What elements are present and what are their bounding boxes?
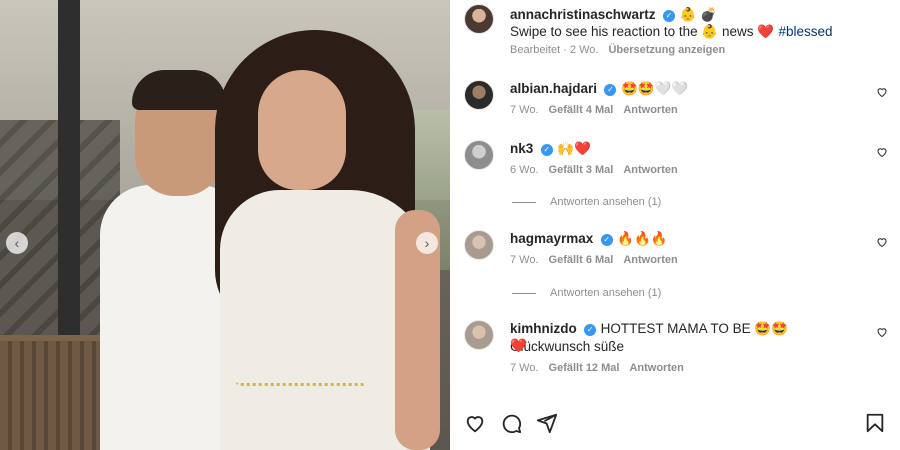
save-bookmark-icon[interactable] xyxy=(864,412,886,438)
caption-meta: Bearbeitet · 2 Wo. Übersetzung anzeigen xyxy=(510,44,725,56)
comment-reply-button[interactable]: Antworten xyxy=(623,104,677,116)
comment-avatar[interactable] xyxy=(464,80,494,110)
comment-age: 7 Wo. xyxy=(510,362,539,374)
edited-timestamp: Bearbeitet · 2 Wo. xyxy=(510,44,599,56)
photo-man-hair xyxy=(132,70,226,110)
comment-likes[interactable]: Gefällt 3 Mal xyxy=(549,164,614,176)
verified-badge-icon: ✓ xyxy=(600,234,613,246)
view-replies-label: Antworten ansehen (1) xyxy=(550,196,662,208)
comment-meta: 7 Wo. Gefällt 4 Mal Antworten xyxy=(510,104,678,116)
comments-panel: annachristinaschwartz ✓ 👶 💣 Swipe to see… xyxy=(450,0,900,450)
comment-like-icon[interactable] xyxy=(876,236,888,251)
comment-text: 🔥🔥🔥 xyxy=(617,231,668,246)
verified-badge-icon: ✓ xyxy=(540,144,553,156)
comment-text-line2: ❤️ xyxy=(510,338,527,353)
caption-baby-emoji: 👶 xyxy=(701,24,719,39)
comment-likes[interactable]: Gefällt 6 Mal xyxy=(549,254,614,266)
comment-row-continued: ❤️ xyxy=(510,337,860,355)
photo-basket xyxy=(0,335,110,450)
replies-divider xyxy=(512,292,536,294)
comment-reply-button[interactable]: Antworten xyxy=(623,254,677,266)
caption-prefix: Swipe to see his reaction to the xyxy=(510,24,702,39)
chevron-right-icon: › xyxy=(424,235,430,251)
comment-icon[interactable] xyxy=(500,412,522,438)
comment-meta: 7 Wo. Gefällt 6 Mal Antworten xyxy=(510,254,678,266)
comment-text: 🤩🤩🤍🤍 xyxy=(620,81,689,96)
caption-header: annachristinaschwartz ✓ 👶 💣 xyxy=(510,6,860,24)
comment-like-icon[interactable] xyxy=(876,86,888,101)
photo-woman-head xyxy=(258,70,346,190)
comment-avatar[interactable] xyxy=(464,230,494,260)
comment-like-icon[interactable] xyxy=(876,146,888,161)
caption-text: Swipe to see his reaction to the 👶 news … xyxy=(510,23,860,41)
translate-link[interactable]: Übersetzung anzeigen xyxy=(608,44,725,56)
carousel-next-button[interactable]: › xyxy=(416,232,438,254)
author-avatar[interactable] xyxy=(464,4,494,34)
comment-likes[interactable]: Gefällt 4 Mal xyxy=(549,104,614,116)
view-replies-button[interactable]: Antworten ansehen (1) xyxy=(512,196,661,208)
comment-age: 6 Wo. xyxy=(510,164,539,176)
caption-heart-emoji: ❤️ xyxy=(757,24,775,39)
comment-username[interactable]: albian.hajdari xyxy=(510,81,597,96)
replies-divider xyxy=(512,201,536,203)
author-username[interactable]: annachristinaschwartz xyxy=(510,7,656,22)
comment-likes[interactable]: Gefällt 12 Mal xyxy=(549,362,620,374)
photo-body-chain xyxy=(236,378,366,386)
comment-username[interactable]: kimhnizdo xyxy=(510,321,577,336)
comment-reply-button[interactable]: Antworten xyxy=(623,164,677,176)
post-photo[interactable]: ‹ › xyxy=(0,0,450,450)
comment-like-icon[interactable] xyxy=(876,326,888,341)
view-replies-label: Antworten ansehen (1) xyxy=(550,287,662,299)
comment-row: hagmayrmax ✓ 🔥🔥🔥 xyxy=(510,230,860,248)
comment-username[interactable]: hagmayrmax xyxy=(510,231,593,246)
carousel-prev-button[interactable]: ‹ xyxy=(6,232,28,254)
comment-meta: 7 Wo. Gefällt 12 Mal Antworten xyxy=(510,362,684,374)
post-action-bar xyxy=(450,408,900,440)
comment-row: albian.hajdari ✓ 🤩🤩🤍🤍 xyxy=(510,80,860,98)
view-replies-button[interactable]: Antworten ansehen (1) xyxy=(512,287,661,299)
comment-meta: 6 Wo. Gefällt 3 Mal Antworten xyxy=(510,164,678,176)
comment-avatar[interactable] xyxy=(464,140,494,170)
comment-reply-button[interactable]: Antworten xyxy=(629,362,683,374)
comment-username[interactable]: nk3 xyxy=(510,141,533,156)
author-emojis: 👶 💣 xyxy=(679,7,717,22)
share-icon[interactable] xyxy=(536,412,558,438)
comment-age: 7 Wo. xyxy=(510,254,539,266)
like-icon[interactable] xyxy=(464,412,486,438)
comment-text: 🙌❤️ xyxy=(557,141,591,156)
chevron-left-icon: ‹ xyxy=(14,235,20,251)
verified-badge-icon: ✓ xyxy=(663,10,675,22)
comment-avatar[interactable] xyxy=(464,320,494,350)
comment-row: nk3 ✓ 🙌❤️ xyxy=(510,140,860,158)
caption-news: news xyxy=(718,24,758,39)
comment-age: 7 Wo. xyxy=(510,104,539,116)
verified-badge-icon: ✓ xyxy=(604,84,617,96)
verified-badge-icon: ✓ xyxy=(584,324,597,336)
caption-hashtag-link[interactable]: #blessed xyxy=(778,24,832,39)
